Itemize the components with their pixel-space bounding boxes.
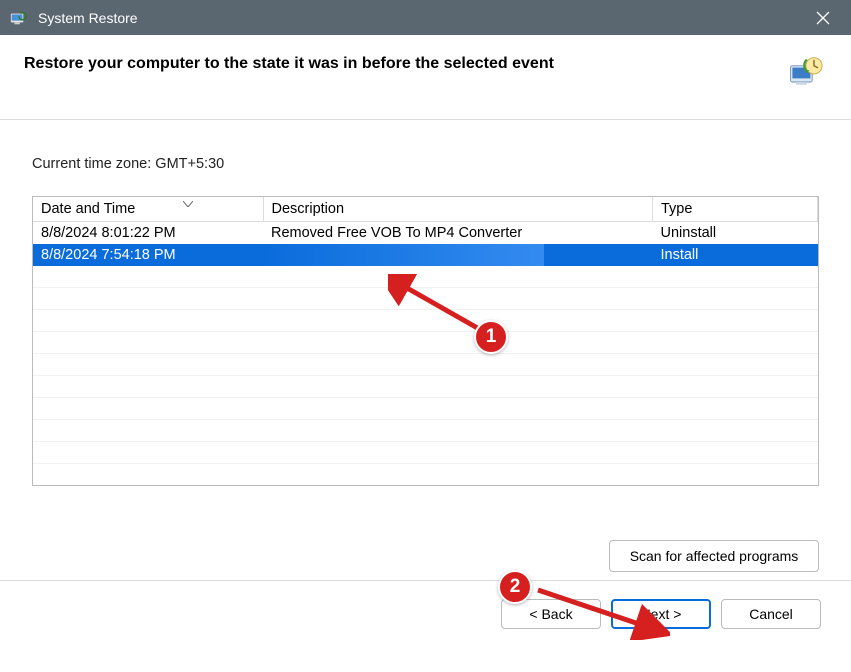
table-row-empty <box>33 398 818 420</box>
next-button[interactable]: Next > <box>611 599 711 629</box>
column-datetime[interactable]: Date and Time <box>33 197 263 222</box>
cell-description <box>263 244 653 266</box>
wizard-footer: < Back Next > Cancel <box>0 580 851 647</box>
column-datetime-label: Date and Time <box>41 201 135 217</box>
cell-datetime: 8/8/2024 8:01:22 PM <box>33 222 263 244</box>
table-row[interactable]: 8/8/2024 7:54:18 PM Install <box>33 244 818 266</box>
cell-type: Install <box>653 244 818 266</box>
cancel-button[interactable]: Cancel <box>721 599 821 629</box>
column-type[interactable]: Type <box>653 197 818 222</box>
cell-description: Removed Free VOB To MP4 Converter <box>263 222 653 244</box>
table-row[interactable]: 8/8/2024 8:01:22 PM Removed Free VOB To … <box>33 222 818 244</box>
close-icon[interactable] <box>803 0 843 35</box>
titlebar: System Restore <box>0 0 851 35</box>
restore-large-icon <box>787 55 823 91</box>
cell-datetime: 8/8/2024 7:54:18 PM <box>33 244 263 266</box>
table-row-empty <box>33 332 818 354</box>
table-header-row: Date and Time Description Type <box>33 197 818 222</box>
page-title: Restore your computer to the state it wa… <box>24 55 775 73</box>
column-description[interactable]: Description <box>263 197 653 222</box>
scan-button-row: Scan for affected programs <box>0 502 851 580</box>
scan-affected-programs-button[interactable]: Scan for affected programs <box>609 540 819 572</box>
timezone-label: Current time zone: GMT+5:30 <box>32 156 819 172</box>
back-button[interactable]: < Back <box>501 599 601 629</box>
table-row-empty <box>33 266 818 288</box>
table-row-empty <box>33 310 818 332</box>
content-area: Current time zone: GMT+5:30 Date and Tim… <box>0 120 851 502</box>
table-row-empty <box>33 420 818 442</box>
table-row-empty <box>33 442 818 464</box>
restore-points-table[interactable]: Date and Time Description Type 8/8/2024 … <box>32 196 819 486</box>
system-restore-icon <box>8 8 28 28</box>
table-row-empty <box>33 288 818 310</box>
sort-descending-icon <box>183 199 193 210</box>
cell-type: Uninstall <box>653 222 818 244</box>
table-row-empty <box>33 376 818 398</box>
wizard-header: Restore your computer to the state it wa… <box>0 35 851 120</box>
window-title: System Restore <box>38 10 803 26</box>
table-row-empty <box>33 354 818 376</box>
